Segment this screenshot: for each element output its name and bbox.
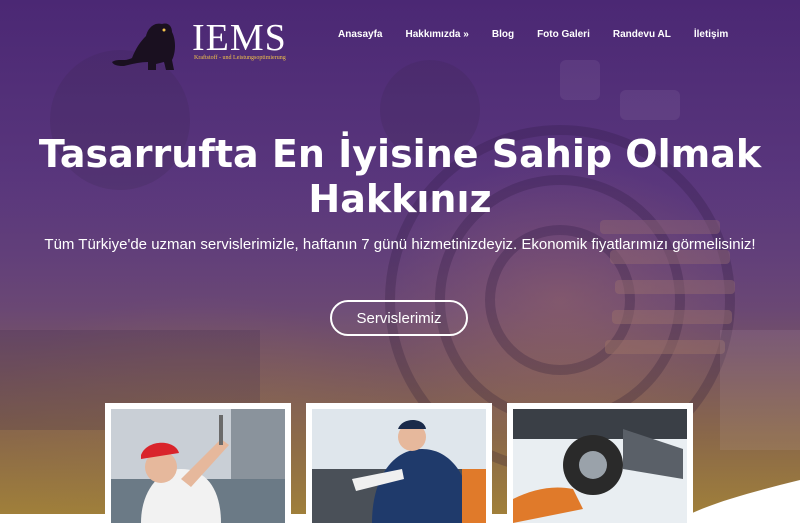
service-card-2[interactable]: [306, 403, 492, 523]
decorative-wave: [690, 480, 800, 514]
hero-title-line1: Tasarrufta En İyisine Sahip Olmak: [38, 132, 762, 176]
wheel-repair-photo: [513, 409, 687, 523]
logo-tagline: Kraftstoff - und Leistungsoptimierung: [194, 55, 286, 61]
female-mechanic-photo: [111, 409, 285, 523]
nav-item-iletisim[interactable]: İletişim: [694, 29, 728, 40]
site-logo[interactable]: IEMS Kraftstoff - und Leistungsoptimieru…: [110, 14, 300, 74]
nav-item-randevu[interactable]: Randevu AL: [613, 29, 671, 40]
hero-subtitle: Tüm Türkiye'de uzman servislerimizle, ha…: [44, 236, 756, 253]
nav-item-blog[interactable]: Blog: [492, 29, 514, 40]
services-button[interactable]: Servislerimiz: [330, 300, 468, 336]
mechanic-engine-photo: [312, 409, 486, 523]
hero-title-line2: Hakkınız: [308, 177, 492, 221]
hero-title: Tasarrufta En İyisine Sahip Olmak Hakkın…: [0, 132, 800, 222]
nav-item-foto-galeri[interactable]: Foto Galeri: [537, 29, 590, 40]
main-nav: Anasayfa Hakkımızda » Blog Foto Galeri R…: [338, 29, 751, 40]
logo-brand: IEMS: [192, 17, 287, 59]
service-card-1[interactable]: [105, 403, 291, 523]
panther-icon: [112, 23, 175, 70]
nav-item-hakkimizda[interactable]: Hakkımızda »: [405, 29, 468, 40]
nav-item-anasayfa[interactable]: Anasayfa: [338, 29, 382, 40]
service-card-3[interactable]: [507, 403, 693, 523]
